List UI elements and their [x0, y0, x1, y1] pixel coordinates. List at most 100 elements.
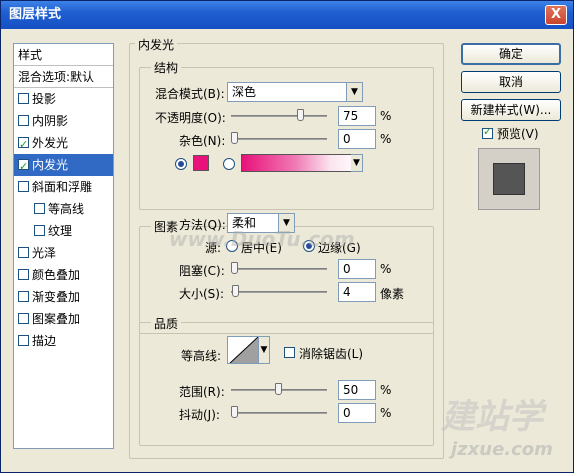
- opacity-slider-thumb[interactable]: [297, 109, 304, 121]
- style-items: 投影内阴影外发光内发光斜面和浮雕等高线纹理光泽颜色叠加渐变叠加图案叠加描边: [14, 88, 113, 352]
- corner-watermark-url: jzxue.com: [451, 439, 553, 460]
- close-icon: X: [550, 7, 562, 22]
- range-slider-thumb[interactable]: [275, 383, 282, 395]
- opacity-unit: %: [380, 109, 392, 123]
- jitter-slider-track[interactable]: [231, 412, 327, 414]
- style-item-label: 内发光: [32, 158, 69, 172]
- contour-label: 等高线:: [181, 349, 222, 363]
- window-title: 图层样式: [9, 7, 62, 22]
- noise-input[interactable]: 0: [338, 129, 376, 149]
- noise-slider-thumb[interactable]: [231, 132, 238, 144]
- jitter-label: 抖动(J):: [179, 408, 220, 422]
- choke-slider-track[interactable]: [231, 268, 327, 270]
- style-checkbox[interactable]: [18, 291, 29, 302]
- style-checkbox[interactable]: [18, 335, 29, 346]
- style-checkbox[interactable]: [18, 313, 29, 324]
- style-list: 样式 混合选项:默认 投影内阴影外发光内发光斜面和浮雕等高线纹理光泽颜色叠加渐变…: [13, 43, 114, 449]
- gradient-swatch[interactable]: [241, 154, 361, 172]
- close-button[interactable]: X: [545, 5, 567, 25]
- preview-thumbnail: [493, 163, 525, 195]
- contour-dropdown[interactable]: ▼: [258, 336, 270, 364]
- size-slider-track[interactable]: [231, 291, 327, 293]
- style-checkbox[interactable]: [18, 181, 29, 192]
- style-list-item[interactable]: 内阴影: [14, 110, 113, 132]
- opacity-slider-track[interactable]: [231, 115, 327, 117]
- contour-curve-icon: [229, 337, 258, 363]
- style-list-item[interactable]: 渐变叠加: [14, 286, 113, 308]
- style-list-item[interactable]: 外发光: [14, 132, 113, 156]
- ok-button[interactable]: 确定: [461, 43, 561, 65]
- glow-color-swatch[interactable]: [193, 155, 209, 171]
- jitter-unit: %: [380, 406, 392, 420]
- style-list-header[interactable]: 样式: [14, 44, 113, 66]
- noise-slider-track[interactable]: [231, 138, 327, 140]
- chevron-down-icon[interactable]: ▼: [351, 155, 362, 171]
- style-item-label: 斜面和浮雕: [32, 180, 93, 194]
- blend-options-item[interactable]: 混合选项:默认: [14, 66, 113, 88]
- noise-unit: %: [380, 132, 392, 146]
- opacity-input[interactable]: 75: [338, 106, 376, 126]
- style-checkbox[interactable]: [18, 134, 29, 156]
- title-bar: 图层样式: [1, 1, 573, 29]
- style-list-item[interactable]: 斜面和浮雕: [14, 176, 113, 198]
- cancel-button[interactable]: 取消: [461, 71, 561, 93]
- style-item-label: 外发光: [32, 136, 69, 150]
- anti-alias-label[interactable]: 消除锯齿(L): [299, 345, 363, 362]
- choke-label: 阻塞(C):: [179, 264, 225, 278]
- range-label: 范围(R):: [179, 385, 225, 399]
- contour-picker[interactable]: [227, 336, 259, 364]
- style-item-label: 颜色叠加: [32, 268, 81, 282]
- gradient-radio[interactable]: [223, 158, 235, 170]
- chevron-down-icon[interactable]: ▼: [259, 337, 269, 363]
- style-list-item[interactable]: 投影: [14, 88, 113, 110]
- style-item-label: 投影: [32, 92, 57, 106]
- preview-label[interactable]: 预览(V): [497, 125, 539, 142]
- gradient-dropdown[interactable]: ▼: [351, 154, 363, 172]
- style-checkbox[interactable]: [18, 269, 29, 280]
- style-list-item[interactable]: 图案叠加: [14, 308, 113, 330]
- solid-color-radio[interactable]: [175, 158, 187, 170]
- jitter-input[interactable]: 0: [338, 403, 376, 423]
- range-input[interactable]: 50: [338, 380, 376, 400]
- style-checkbox[interactable]: [18, 156, 29, 178]
- dialog-body: 样式 混合选项:默认 投影内阴影外发光内发光斜面和浮雕等高线纹理光泽颜色叠加渐变…: [1, 29, 573, 472]
- choke-input[interactable]: 0: [338, 259, 376, 279]
- jitter-slider-thumb[interactable]: [231, 406, 238, 418]
- blend-mode-label: 混合模式(B):: [155, 87, 225, 101]
- anti-alias-checkbox[interactable]: [284, 347, 295, 358]
- style-list-item[interactable]: 纹理: [14, 220, 113, 242]
- opacity-label: 不透明度(O):: [155, 111, 226, 125]
- size-slider-thumb[interactable]: [232, 285, 239, 297]
- noise-label: 杂色(N):: [179, 134, 226, 148]
- style-list-item[interactable]: 光泽: [14, 242, 113, 264]
- style-item-label: 光泽: [32, 246, 57, 260]
- style-preview: [478, 148, 540, 210]
- style-list-item[interactable]: 描边: [14, 330, 113, 352]
- size-input[interactable]: 4: [338, 282, 376, 302]
- style-checkbox[interactable]: [34, 225, 45, 236]
- corner-watermark-brand: 建站学: [441, 397, 543, 437]
- style-checkbox[interactable]: [18, 247, 29, 258]
- choke-unit: %: [380, 262, 392, 276]
- style-item-label: 渐变叠加: [32, 290, 81, 304]
- preview-checkbox[interactable]: [482, 125, 493, 139]
- structure-title: 结构: [151, 59, 182, 76]
- size-unit: 像素: [380, 287, 405, 301]
- style-list-item[interactable]: 等高线: [14, 198, 113, 220]
- style-item-label: 等高线: [48, 202, 85, 216]
- layer-style-dialog: 图层样式 X 样式 混合选项:默认 投影内阴影外发光内发光斜面和浮雕等高线纹理光…: [0, 0, 574, 473]
- blend-mode-select[interactable]: 深色 ▼: [227, 82, 363, 102]
- style-checkbox[interactable]: [34, 203, 45, 214]
- style-list-item[interactable]: 颜色叠加: [14, 264, 113, 286]
- style-item-label: 内阴影: [32, 114, 69, 128]
- chevron-down-icon[interactable]: ▼: [346, 83, 362, 101]
- choke-slider-thumb[interactable]: [231, 262, 238, 274]
- new-style-button[interactable]: 新建样式(W)...: [461, 99, 561, 121]
- range-unit: %: [380, 383, 392, 397]
- inner-glow-title: 内发光: [135, 36, 178, 53]
- style-item-label: 描边: [32, 334, 57, 348]
- style-checkbox[interactable]: [18, 115, 29, 126]
- center-watermark: www.DuoTu.com: [169, 227, 355, 251]
- style-list-item[interactable]: 内发光: [14, 154, 113, 178]
- style-checkbox[interactable]: [18, 93, 29, 104]
